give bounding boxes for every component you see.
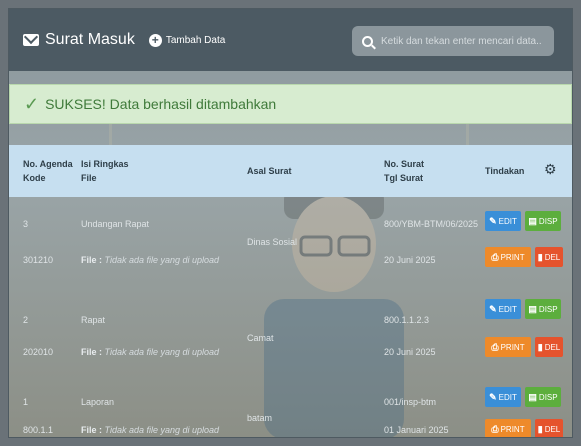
row-tgl: 20 Juni 2025 [384, 347, 436, 357]
row-isi: Rapat [81, 315, 106, 325]
row-tgl: 01 Januari 2025 [384, 425, 449, 435]
row-file: File : Tidak ada file yang di upload [81, 425, 219, 435]
col-file-label: File [81, 173, 97, 183]
print-button[interactable]: ⎙ PRINT [485, 419, 531, 437]
row-asal: Dinas Sosial [247, 237, 298, 247]
print-icon: ⎙ [491, 423, 499, 434]
check-icon: ✓ [24, 93, 40, 114]
envelope-icon [23, 34, 39, 46]
app-frame: Surat Masuk + Tambah Data ✓ SUKSES! Data… [8, 8, 573, 438]
edit-label: EDIT [498, 392, 517, 402]
col-agenda-label: No. Agenda [23, 159, 73, 169]
row-kode: 202010 [23, 347, 54, 357]
file-value: Tidak ada file yang di upload [104, 255, 220, 265]
pencil-icon: ✎ [489, 391, 497, 402]
edit-label: EDIT [498, 304, 517, 314]
gear-icon[interactable]: ⚙ [544, 162, 558, 176]
success-alert: ✓ SUKSES! Data berhasil ditambahkan [9, 84, 572, 124]
delete-label: DEL [544, 424, 561, 434]
row-isi: Undangan Rapat [81, 219, 150, 229]
file-icon: ▤ [528, 303, 537, 314]
add-data-button[interactable]: + Tambah Data [148, 33, 226, 47]
file-value: Tidak ada file yang di upload [104, 347, 220, 357]
file-icon: ▤ [528, 391, 537, 402]
edit-button[interactable]: ✎ EDIT [485, 387, 521, 407]
table-row: 2 202010 Rapat File : Tidak ada file yan… [9, 295, 572, 385]
print-icon: ⎙ [491, 251, 499, 262]
row-asal: Camat [247, 333, 274, 343]
table-header: No. Agenda Kode Isi Ringkas File Asal Su… [9, 145, 572, 197]
row-file: File : Tidak ada file yang di upload [81, 347, 219, 357]
col-isi-header: Isi Ringkas File [81, 157, 129, 185]
file-label: File : [81, 255, 103, 265]
row-no: 1 [23, 397, 29, 407]
disp-label: DISP [538, 304, 558, 314]
delete-button[interactable]: ▮ DEL [535, 247, 563, 267]
row-kode: 301210 [23, 255, 54, 265]
row-asal: batam [247, 413, 273, 423]
col-kode-label: Kode [23, 173, 46, 183]
row-no: 2 [23, 315, 29, 325]
row-file: File : Tidak ada file yang di upload [81, 255, 219, 265]
search-icon[interactable] [362, 35, 373, 47]
col-nosurat-label: No. Surat [384, 159, 425, 169]
print-icon: ⎙ [491, 341, 499, 352]
search-input[interactable] [381, 35, 541, 47]
disp-button[interactable]: ▤ DISP [525, 387, 561, 407]
plus-circle-icon: + [148, 33, 162, 47]
edit-label: EDIT [498, 216, 517, 226]
pencil-icon: ✎ [489, 215, 497, 226]
edit-button[interactable]: ✎ EDIT [485, 211, 521, 231]
row-isi: Laporan [81, 397, 115, 407]
edit-button[interactable]: ✎ EDIT [485, 299, 521, 319]
brand: Surat Masuk [23, 31, 135, 49]
row-no-surat: 001/insp-btm [384, 397, 437, 407]
row-no-surat: 800/YBM-BTM/06/2025 [384, 219, 479, 229]
print-button[interactable]: ⎙ PRINT [485, 247, 531, 267]
row-tgl: 20 Juni 2025 [384, 255, 436, 265]
row-kode: 800.1.1 [23, 425, 54, 435]
row-no: 3 [23, 219, 29, 229]
file-label: File : [81, 425, 103, 435]
col-tindakan-header: Tindakan [485, 166, 525, 176]
file-label: File : [81, 347, 103, 357]
row-no-surat: 800.1.1.2.3 [384, 315, 430, 325]
trash-icon: ▮ [537, 341, 543, 352]
file-icon: ▤ [528, 215, 537, 226]
col-isi-label: Isi Ringkas [81, 159, 129, 169]
file-value: Tidak ada file yang di upload [104, 425, 220, 435]
print-button[interactable]: ⎙ PRINT [485, 337, 531, 357]
table-row: 3 301210 Undangan Rapat File : Tidak ada… [9, 199, 572, 289]
print-label: PRINT [500, 342, 525, 352]
disp-label: DISP [538, 392, 558, 402]
delete-button[interactable]: ▮ DEL [535, 419, 563, 437]
delete-label: DEL [544, 342, 561, 352]
disp-button[interactable]: ▤ DISP [525, 299, 561, 319]
page-title: Surat Masuk [45, 31, 135, 48]
top-bar: Surat Masuk + Tambah Data [9, 9, 572, 71]
col-asal-header: Asal Surat [247, 166, 292, 176]
alert-message: SUKSES! Data berhasil ditambahkan [45, 96, 277, 112]
disp-button[interactable]: ▤ DISP [525, 211, 561, 231]
delete-label: DEL [544, 252, 561, 262]
col-tgl-label: Tgl Surat [384, 173, 424, 183]
print-label: PRINT [500, 424, 525, 434]
disp-label: DISP [538, 216, 558, 226]
add-data-label: Tambah Data [165, 34, 226, 46]
pencil-icon: ✎ [489, 303, 497, 314]
col-nosurat-header: No. Surat Tgl Surat [384, 157, 424, 185]
table-row: 1 800.1.1 Laporan File : Tidak ada file … [9, 383, 572, 437]
trash-icon: ▮ [537, 423, 543, 434]
delete-button[interactable]: ▮ DEL [535, 337, 563, 357]
print-label: PRINT [500, 252, 525, 262]
trash-icon: ▮ [537, 251, 543, 262]
search-box [352, 26, 554, 56]
col-agenda-header: No. Agenda Kode [23, 157, 73, 185]
